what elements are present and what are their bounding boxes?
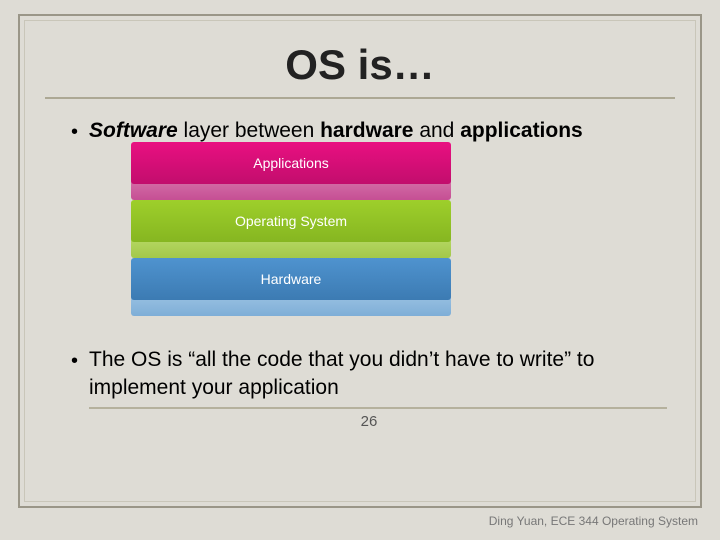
slide-title: OS is… <box>25 21 695 97</box>
layer-hardware: Hardware <box>131 258 451 310</box>
layer-hardware-label: Hardware <box>261 271 322 287</box>
slide-frame: OS is… • Software layer between hardware… <box>18 14 702 508</box>
layer-os-bar: Operating System <box>131 200 451 242</box>
word-applications: applications <box>460 119 583 142</box>
layer-os: Operating System <box>131 200 451 252</box>
page-number: 26 <box>71 413 667 430</box>
bullet-2: • The OS is “all the code that you didn’… <box>71 346 667 409</box>
word-software: Software <box>89 119 178 142</box>
layer-hardware-bar: Hardware <box>131 258 451 300</box>
bullet-dot-icon: • <box>71 346 89 375</box>
footer-credit: Ding Yuan, ECE 344 Operating System <box>489 514 698 528</box>
bullet1-and: and <box>413 119 460 142</box>
layer-os-label: Operating System <box>235 213 347 229</box>
word-hardware: hardware <box>320 119 413 142</box>
layer-applications: Applications <box>131 142 451 194</box>
layer-applications-bar: Applications <box>131 142 451 184</box>
bullet1-mid: layer between <box>178 119 320 142</box>
layer-stack-diagram: Applications Operating System Hardware <box>131 142 451 310</box>
bullet-2-text: The OS is “all the code that you didn’t … <box>89 346 667 409</box>
slide-frame-inner: OS is… • Software layer between hardware… <box>24 20 696 502</box>
layer-applications-label: Applications <box>253 155 329 171</box>
bullet-dot-icon: • <box>71 117 89 146</box>
title-divider <box>45 97 675 99</box>
slide-content: • Software layer between hardware and ap… <box>25 117 695 430</box>
